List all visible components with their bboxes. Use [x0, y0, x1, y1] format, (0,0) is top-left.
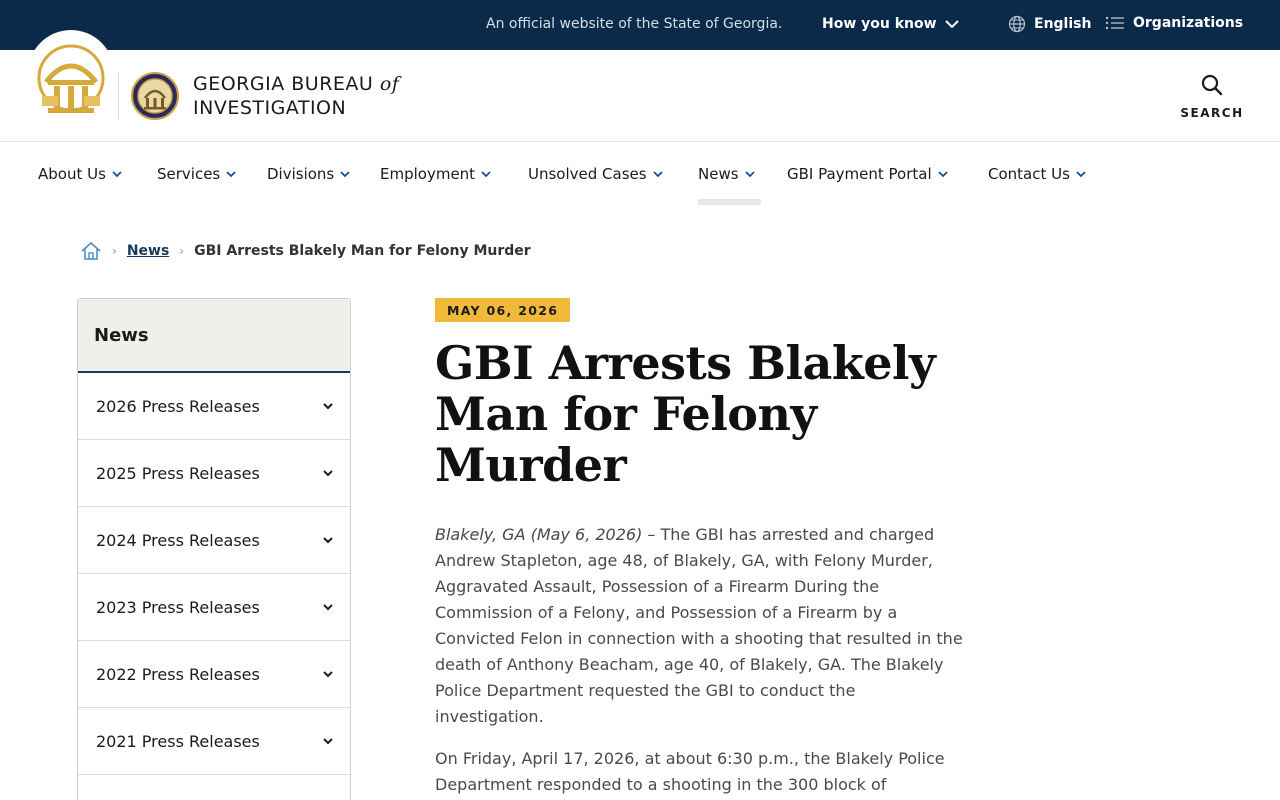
nav-item-contact-us[interactable]: Contact Us	[988, 165, 1086, 183]
sidebar-item-2026-press-releases[interactable]: 2026 Press Releases	[78, 373, 350, 440]
home-icon[interactable]	[80, 240, 102, 262]
breadcrumb-current: GBI Arrests Blakely Man for Felony Murde…	[194, 243, 531, 259]
chevron-down-icon	[340, 171, 350, 178]
chevron-down-icon	[112, 171, 122, 178]
how-you-know-toggle[interactable]: How you know	[822, 16, 959, 32]
breadcrumb-news-link[interactable]: News	[127, 243, 169, 259]
language-label: English	[1034, 16, 1092, 32]
article-body: Blakely, GA (May 6, 2026) – The GBI has …	[435, 522, 965, 800]
article-title: GBI Arrests Blakely Man for Felony Murde…	[435, 336, 936, 492]
chevron-down-icon	[481, 171, 491, 178]
sidebar-item-label: 2024 Press Releases	[96, 530, 260, 550]
agency-name[interactable]: GEORGIA BUREAU of INVESTIGATION	[193, 72, 399, 120]
nav-label: News	[698, 165, 739, 183]
sidebar-item-2024-press-releases[interactable]: 2024 Press Releases	[78, 507, 350, 574]
chevron-down-icon	[938, 171, 948, 178]
list-icon	[1105, 16, 1124, 30]
gbi-seal-icon[interactable]	[131, 70, 179, 122]
nav-label: About Us	[38, 165, 106, 183]
organizations-link[interactable]: Organizations	[1105, 15, 1243, 31]
search-label: SEARCH	[1180, 106, 1244, 120]
article-paragraph: Blakely, GA (May 6, 2026) – The GBI has …	[435, 522, 965, 730]
chevron-down-icon	[323, 403, 333, 410]
chevron-down-icon	[323, 738, 333, 745]
sidebar-item-2023-press-releases[interactable]: 2023 Press Releases	[78, 574, 350, 641]
globe-icon	[1008, 15, 1026, 33]
search-icon	[1201, 74, 1223, 96]
how-you-know-label: How you know	[822, 16, 937, 32]
nav-label: Services	[157, 165, 221, 183]
agency-name-line2: INVESTIGATION	[193, 97, 347, 119]
georgia-arch-seal-icon	[37, 44, 105, 113]
nav-item-employment[interactable]: Employment	[380, 165, 491, 183]
nav-item-news[interactable]: News	[698, 165, 755, 183]
nav-item-about-us[interactable]: About Us	[38, 165, 122, 183]
article-date-badge: MAY 06, 2026	[435, 298, 571, 322]
nav-label: Employment	[380, 165, 476, 183]
site-header: GEORGIA BUREAU of INVESTIGATION SEARCH	[0, 30, 1280, 142]
chevron-down-icon	[323, 537, 333, 544]
sidebar-item-2025-press-releases[interactable]: 2025 Press Releases	[78, 440, 350, 507]
nav-item-divisions[interactable]: Divisions	[267, 165, 350, 183]
nav-label: Unsolved Cases	[528, 165, 647, 183]
main-navigation: About Us Services Divisions Employment U…	[0, 143, 1280, 207]
sidebar-item-label: 2023 Press Releases	[96, 597, 260, 617]
agency-name-line1: GEORGIA BUREAU	[193, 73, 374, 95]
header-divider	[118, 72, 119, 120]
active-nav-indicator	[698, 199, 761, 205]
article-dateline: Blakely, GA (May 6, 2026)	[435, 525, 643, 544]
language-selector[interactable]: English	[1008, 15, 1091, 33]
nav-item-services[interactable]: Services	[157, 165, 236, 183]
breadcrumb: › News › GBI Arrests Blakely Man for Fel…	[80, 240, 531, 262]
sidebar-item-label: 2025 Press Releases	[96, 463, 260, 483]
sidebar-item-label: 2026 Press Releases	[96, 396, 260, 416]
nav-label: Contact Us	[988, 165, 1070, 183]
georgia-state-seal-link[interactable]	[28, 30, 114, 116]
sidebar-item-2022-press-releases[interactable]: 2022 Press Releases	[78, 641, 350, 708]
chevron-down-icon	[226, 171, 236, 178]
chevron-down-icon	[323, 470, 333, 477]
news-sidebar: News 2026 Press Releases 2025 Press Rele…	[77, 298, 351, 800]
nav-item-unsolved-cases[interactable]: Unsolved Cases	[528, 165, 663, 183]
agency-name-of: of	[379, 73, 400, 95]
chevron-down-icon	[1076, 171, 1086, 178]
breadcrumb-separator-icon: ›	[112, 244, 117, 258]
sidebar-item-label: 2022 Press Releases	[96, 664, 260, 684]
sidebar-title: News	[78, 299, 350, 373]
chevron-down-icon	[944, 20, 959, 29]
organizations-label: Organizations	[1133, 15, 1244, 31]
breadcrumb-separator-icon: ›	[179, 244, 185, 258]
chevron-down-icon	[744, 171, 755, 178]
nav-label: GBI Payment Portal	[787, 165, 932, 183]
search-button[interactable]: SEARCH	[1180, 74, 1244, 120]
chevron-down-icon	[323, 671, 333, 678]
sidebar-item-2021-press-releases[interactable]: 2021 Press Releases	[78, 708, 350, 775]
article-paragraph-text: – The GBI has arrested and charged Andre…	[435, 525, 963, 726]
chevron-down-icon	[652, 171, 663, 178]
official-site-text: An official website of the State of Geor…	[486, 16, 783, 32]
article-paragraph: On Friday, April 17, 2026, at about 6:30…	[435, 749, 945, 794]
official-banner: An official website of the State of Geor…	[0, 0, 1280, 50]
nav-item-gbi-payment-portal[interactable]: GBI Payment Portal	[787, 165, 948, 183]
sidebar-item-label: 2021 Press Releases	[96, 731, 260, 751]
chevron-down-icon	[323, 604, 333, 611]
nav-label: Divisions	[267, 165, 335, 183]
